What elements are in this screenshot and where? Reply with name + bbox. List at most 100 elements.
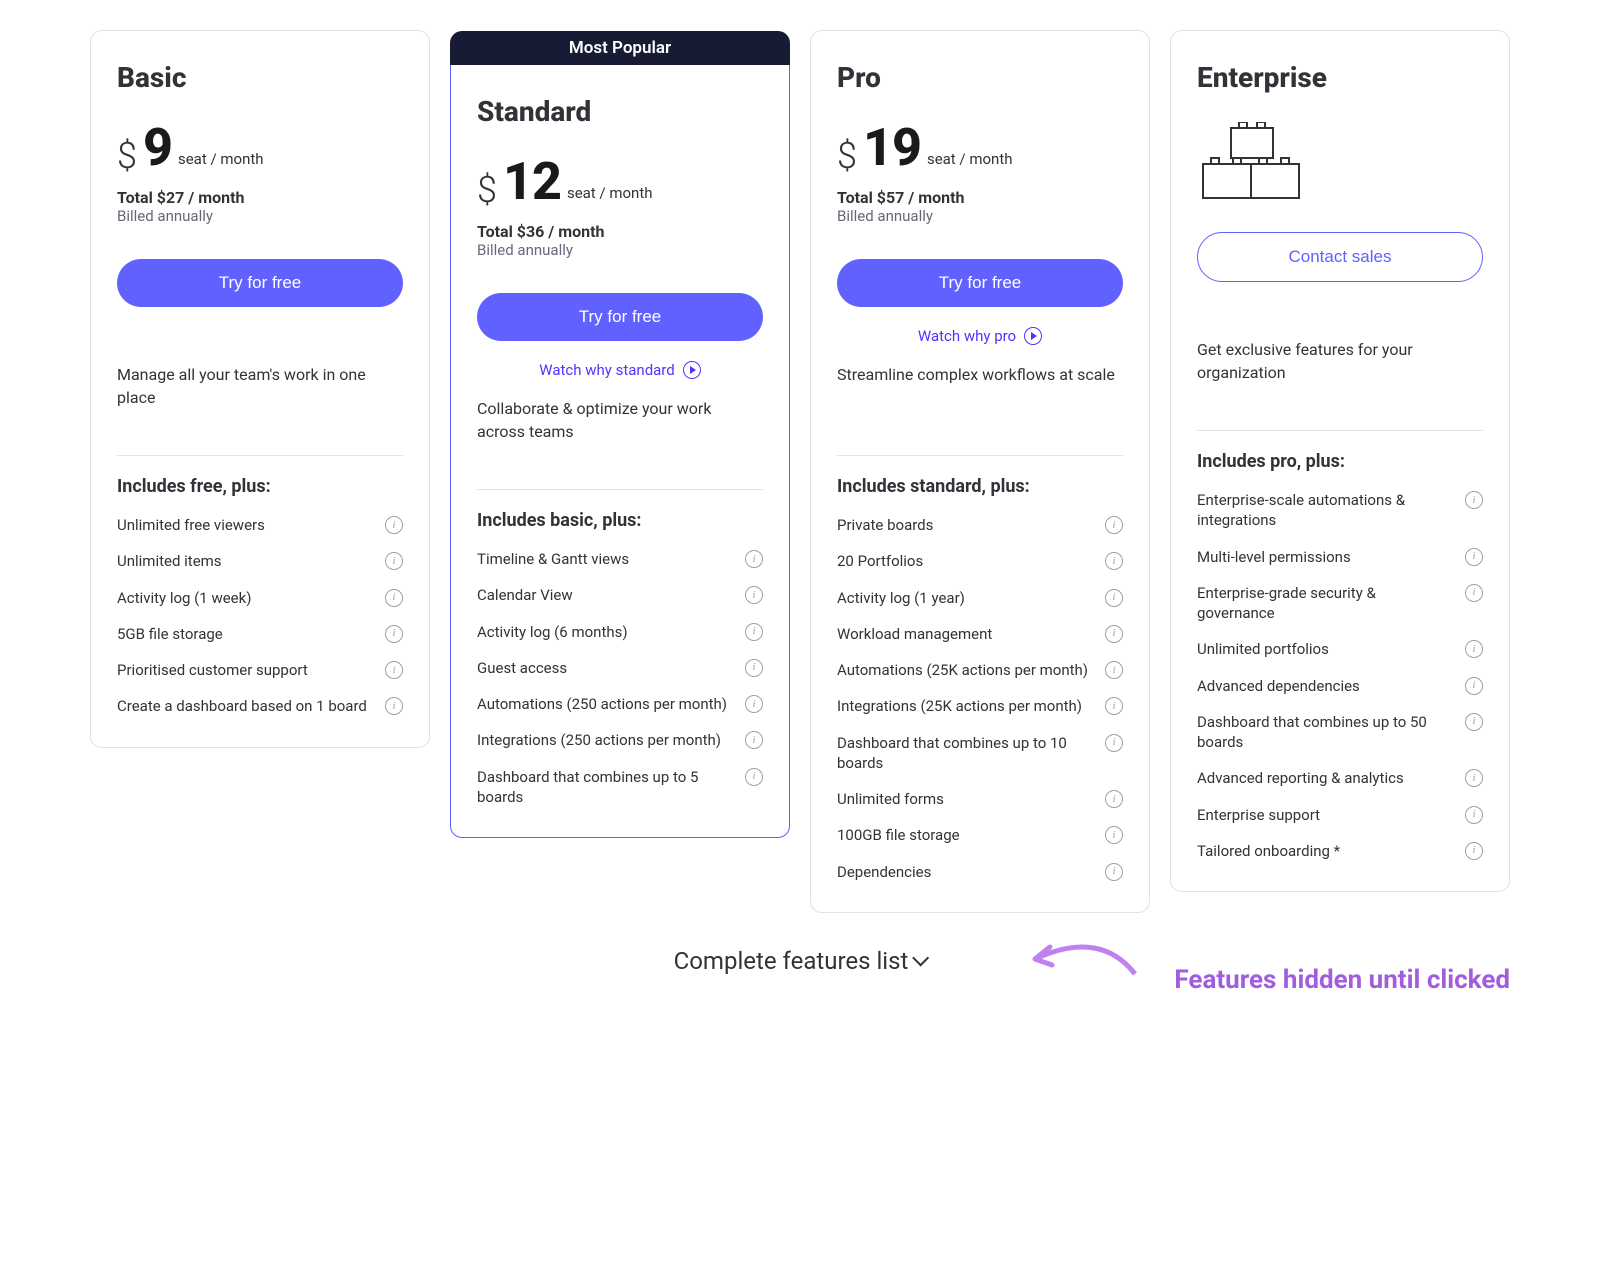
info-icon[interactable]: i: [1105, 552, 1123, 570]
info-icon[interactable]: i: [745, 768, 763, 786]
includes-heading: Includes pro, plus:: [1197, 451, 1483, 472]
try-for-free-button[interactable]: Try for free: [477, 293, 763, 341]
feature-item: Multi-level permissions i: [1197, 547, 1483, 567]
contact-sales-button[interactable]: Contact sales: [1197, 232, 1483, 282]
info-icon[interactable]: i: [385, 552, 403, 570]
info-icon[interactable]: i: [745, 586, 763, 604]
price-amount: 19: [863, 122, 921, 174]
feature-list: Enterprise-scale automations & integrati…: [1197, 490, 1483, 861]
info-icon[interactable]: i: [1465, 713, 1483, 731]
feature-label: Dashboard that combines up to 5 boards: [477, 767, 735, 808]
price-total: Total $57 / month: [837, 188, 1123, 207]
feature-label: Activity log (1 year): [837, 588, 965, 608]
plan-title: Standard: [477, 95, 763, 128]
divider: [117, 455, 403, 456]
info-icon[interactable]: i: [1105, 516, 1123, 534]
feature-label: Dependencies: [837, 862, 931, 882]
feature-item: Advanced dependencies i: [1197, 676, 1483, 696]
info-icon[interactable]: i: [1105, 790, 1123, 808]
feature-list: Private boardsi20 PortfoliosiActivity lo…: [837, 515, 1123, 882]
feature-label: Unlimited forms: [837, 789, 944, 809]
info-icon[interactable]: i: [1465, 548, 1483, 566]
billed-annually: Billed annually: [837, 207, 1123, 225]
info-icon[interactable]: i: [1105, 625, 1123, 643]
price-unit: seat / month: [178, 150, 264, 168]
feature-item: Enterprise supporti: [1197, 805, 1483, 825]
includes-heading: Includes free, plus:: [117, 476, 403, 497]
pricing-grid: Basic $ 9 seat / month Total $27 / month…: [90, 30, 1510, 913]
info-icon[interactable]: i: [1465, 584, 1483, 602]
feature-item: Workload managementi: [837, 624, 1123, 644]
feature-item: Activity log (6 months)i: [477, 622, 763, 642]
info-icon[interactable]: i: [1465, 842, 1483, 860]
feature-label: Multi-level permissions: [1197, 547, 1351, 567]
info-icon[interactable]: i: [745, 550, 763, 568]
feature-list: Unlimited free viewersiUnlimited itemsiA…: [117, 515, 403, 717]
info-icon[interactable]: i: [1105, 697, 1123, 715]
feature-item: Calendar View i: [477, 585, 763, 605]
info-icon[interactable]: i: [1105, 661, 1123, 679]
info-icon[interactable]: i: [1105, 826, 1123, 844]
feature-item: Unlimited forms i: [837, 789, 1123, 809]
annotation-arrow-icon: [1020, 929, 1140, 989]
complete-features-link[interactable]: Complete features list: [674, 947, 927, 975]
play-icon: [683, 361, 701, 379]
feature-item: Integrations (250 actions per month)i: [477, 730, 763, 750]
info-icon[interactable]: i: [385, 516, 403, 534]
feature-label: Private boards: [837, 515, 933, 535]
watch-link-label: Watch why pro: [918, 327, 1016, 345]
feature-label: Timeline & Gantt views: [477, 549, 629, 569]
price-row: $ 9 seat / month: [117, 122, 403, 174]
currency-symbol: $: [837, 138, 857, 174]
feature-label: Unlimited items: [117, 551, 222, 571]
try-for-free-button[interactable]: Try for free: [837, 259, 1123, 307]
currency-symbol: $: [117, 138, 137, 174]
info-icon[interactable]: i: [1465, 640, 1483, 658]
info-icon[interactable]: i: [385, 589, 403, 607]
feature-label: Calendar View: [477, 585, 573, 605]
info-icon[interactable]: i: [385, 625, 403, 643]
info-icon[interactable]: i: [385, 661, 403, 679]
feature-label: Automations (250 actions per month): [477, 694, 727, 714]
feature-label: Enterprise-grade security & governance: [1197, 583, 1455, 624]
info-icon[interactable]: i: [1465, 769, 1483, 787]
info-icon[interactable]: i: [745, 623, 763, 641]
info-icon[interactable]: i: [745, 695, 763, 713]
watch-why-pro-link[interactable]: Watch why pro: [837, 325, 1123, 347]
info-icon[interactable]: i: [1105, 589, 1123, 607]
bricks-illustration: [1197, 122, 1483, 204]
info-icon[interactable]: i: [385, 697, 403, 715]
feature-item: Automations (250 actions per month) i: [477, 694, 763, 714]
feature-item: Integrations (25K actions per month)i: [837, 696, 1123, 716]
watch-why-standard-link[interactable]: Watch why standard: [477, 359, 763, 381]
price-unit: seat / month: [927, 150, 1013, 168]
info-icon[interactable]: i: [1105, 734, 1123, 752]
divider: [1197, 430, 1483, 431]
watch-link-label: Watch why standard: [539, 361, 674, 379]
plan-card-standard: Most Popular Standard $ 12 seat / month …: [450, 64, 790, 838]
price-unit: seat / month: [567, 184, 653, 202]
price-total: Total $36 / month: [477, 222, 763, 241]
plan-title: Basic: [117, 61, 403, 94]
info-icon[interactable]: i: [1465, 806, 1483, 824]
popular-badge: Most Popular: [450, 31, 790, 65]
info-icon[interactable]: i: [1105, 863, 1123, 881]
info-icon[interactable]: i: [1465, 677, 1483, 695]
feature-item: Enterprise-scale automations & integrati…: [1197, 490, 1483, 531]
feature-item: Dashboard that combines up to 50 boardsi: [1197, 712, 1483, 753]
plan-card-pro: Pro $ 19 seat / month Total $57 / month …: [810, 30, 1150, 913]
divider: [837, 455, 1123, 456]
try-for-free-button[interactable]: Try for free: [117, 259, 403, 307]
info-icon[interactable]: i: [745, 731, 763, 749]
feature-label: Activity log (1 week): [117, 588, 251, 608]
currency-symbol: $: [477, 172, 497, 208]
feature-label: Enterprise-scale automations & integrati…: [1197, 490, 1455, 531]
info-icon[interactable]: i: [745, 659, 763, 677]
info-icon[interactable]: i: [1465, 491, 1483, 509]
complete-features-label: Complete features list: [674, 947, 909, 975]
feature-label: Create a dashboard based on 1 board: [117, 696, 367, 716]
feature-label: Advanced dependencies: [1197, 676, 1360, 696]
plan-card-enterprise: Enterprise Contact sales x Get exclusive…: [1170, 30, 1510, 892]
feature-item: Advanced reporting & analyticsi: [1197, 768, 1483, 788]
feature-label: Unlimited portfolios: [1197, 639, 1329, 659]
